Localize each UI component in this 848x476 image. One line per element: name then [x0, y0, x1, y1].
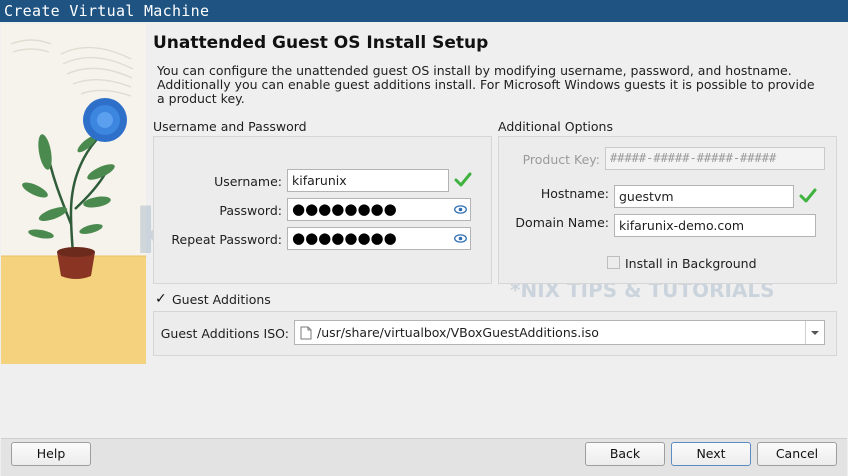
guest-additions-iso-value: /usr/share/virtualbox/VBoxGuestAdditions…	[317, 325, 599, 340]
help-button[interactable]: Help	[11, 442, 91, 466]
domain-name-input[interactable]: kifarunix-demo.com	[614, 214, 816, 237]
product-key-input: #####-#####-#####-#####	[605, 147, 825, 170]
cancel-button[interactable]: Cancel	[757, 442, 837, 466]
install-in-background-checkbox[interactable]	[607, 256, 620, 269]
hostname-valid-check-icon	[799, 188, 817, 203]
back-button[interactable]: Back	[585, 442, 665, 466]
hostname-input[interactable]: guestvm	[614, 185, 794, 208]
dropdown-arrow-icon[interactable]	[805, 321, 824, 344]
guest-additions-checkbox[interactable]: ✓	[155, 291, 168, 307]
file-icon	[300, 326, 312, 340]
password-input[interactable]: ●●●●●●●●	[287, 198, 471, 221]
username-label: Username:	[214, 174, 282, 189]
user-group-title: Username and Password	[153, 119, 307, 134]
show-repeat-password-eye-icon[interactable]	[454, 232, 467, 245]
password-label: Password:	[219, 203, 282, 218]
checkmark-icon: ✓	[155, 291, 167, 307]
hostname-label: Hostname:	[540, 186, 609, 201]
repeat-password-input[interactable]: ●●●●●●●●	[287, 227, 471, 250]
guest-additions-iso-label: Guest Additions ISO:	[160, 326, 289, 341]
password-mask: ●●●●●●●●	[292, 200, 397, 218]
product-key-label: Product Key:	[522, 152, 600, 167]
page-description: You can configure the unattended guest O…	[157, 63, 815, 106]
repeat-password-mask: ●●●●●●●●	[292, 229, 397, 247]
guest-additions-label: Guest Additions	[172, 292, 271, 307]
page-title: Unattended Guest OS Install Setup	[153, 33, 489, 53]
install-in-background-label: Install in Background	[625, 256, 757, 271]
window-title: Create Virtual Machine	[0, 0, 848, 22]
username-input[interactable]: kifarunix	[287, 169, 449, 192]
show-password-eye-icon[interactable]	[454, 203, 467, 216]
username-valid-check-icon	[454, 172, 472, 187]
repeat-password-label: Repeat Password:	[171, 232, 282, 247]
wizard-illustration	[1, 24, 146, 364]
options-group-title: Additional Options	[498, 119, 613, 134]
domain-name-label: Domain Name:	[515, 215, 609, 230]
next-button[interactable]: Next	[671, 442, 751, 466]
guest-additions-iso-select[interactable]: /usr/share/virtualbox/VBoxGuestAdditions…	[294, 320, 825, 345]
